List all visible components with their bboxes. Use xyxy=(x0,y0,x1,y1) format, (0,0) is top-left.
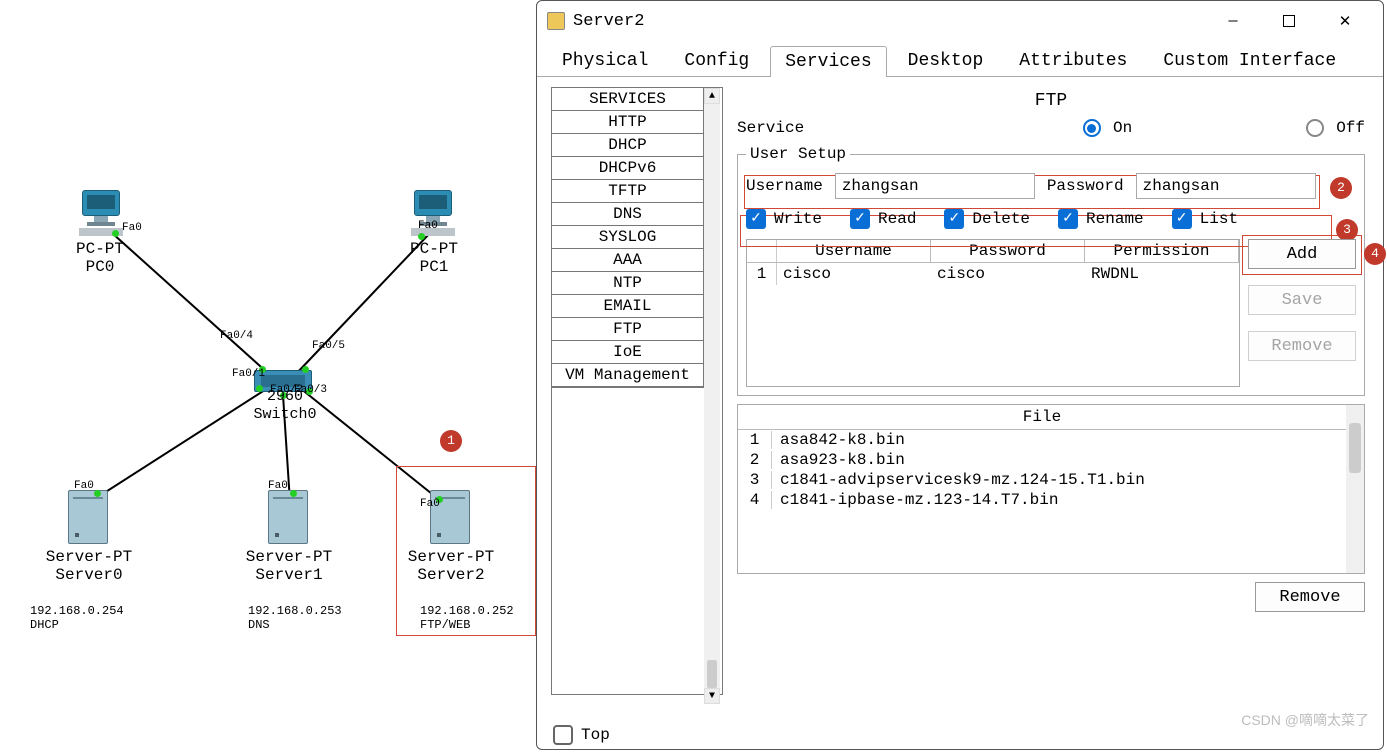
server0-ip: 192.168.0.254DHCP xyxy=(30,604,124,632)
server1-ip: 192.168.0.253DNS xyxy=(248,604,342,632)
link-led xyxy=(112,230,119,237)
link-led xyxy=(302,366,309,373)
table-row[interactable]: 1 cisco cisco RWDNL xyxy=(747,263,1239,285)
off-label: Off xyxy=(1336,119,1365,137)
port-label: Fa0/1 xyxy=(232,368,265,380)
svc-dns[interactable]: DNS xyxy=(552,203,703,226)
sidebar-scrollbar[interactable]: ▲ ▼ xyxy=(704,88,720,694)
svc-dhcpv6[interactable]: DHCPv6 xyxy=(552,157,703,180)
panel-title: FTP xyxy=(737,91,1365,111)
tab-services[interactable]: Services xyxy=(770,46,886,77)
annotation-badge-4: 4 xyxy=(1364,243,1386,265)
checkbox-delete[interactable]: ✓ xyxy=(944,209,964,229)
port-label: Fa0/5 xyxy=(312,340,345,352)
pc1-label: PC-PTPC1 xyxy=(394,240,474,276)
file-row[interactable]: 1asa842-k8.bin xyxy=(738,430,1346,450)
list-label: List xyxy=(1200,210,1238,228)
window-title: Server2 xyxy=(573,12,644,31)
file-list: File 1asa842-k8.bin 2asa923-k8.bin 3c184… xyxy=(737,404,1365,574)
minimize-button[interactable]: — xyxy=(1205,3,1261,39)
annotation-badge-1: 1 xyxy=(440,430,462,452)
link-led xyxy=(290,490,297,497)
services-sidebar: SERVICES HTTP DHCP DHCPv6 TFTP DNS SYSLO… xyxy=(551,87,723,695)
tab-config[interactable]: Config xyxy=(669,45,764,76)
username-label: Username xyxy=(746,177,823,195)
port-label: Fa0 xyxy=(122,222,142,234)
radio-off[interactable] xyxy=(1306,119,1324,137)
save-button[interactable]: Save xyxy=(1248,285,1356,315)
svc-syslog[interactable]: SYSLOG xyxy=(552,226,703,249)
file-scrollbar[interactable] xyxy=(1346,405,1364,573)
users-table: Username Password Permission 1 cisco cis… xyxy=(746,239,1240,387)
config-window: Server2 — ✕ Physical Config Services Des… xyxy=(536,0,1384,750)
service-label: Service xyxy=(737,119,804,137)
pc0-label: PC-PTPC0 xyxy=(60,240,140,276)
port-label: Fa0 xyxy=(74,480,94,492)
file-row[interactable]: 4c1841-ipbase-mz.123-14.T7.bin xyxy=(738,490,1346,510)
checkbox-read[interactable]: ✓ xyxy=(850,209,870,229)
write-label: Write xyxy=(774,210,822,228)
port-label: Fa0 xyxy=(268,480,288,492)
scrollbar-thumb[interactable] xyxy=(707,660,717,688)
svc-vm[interactable]: VM Management xyxy=(552,364,703,387)
checkbox-write[interactable]: ✓ xyxy=(746,209,766,229)
svc-services[interactable]: SERVICES xyxy=(552,88,703,111)
close-button[interactable]: ✕ xyxy=(1317,3,1373,39)
topology-canvas: Fa0 PC-PTPC0 Fa0 PC-PTPC1 Fa0/4 Fa0/5 Fa… xyxy=(0,150,540,620)
password-label: Password xyxy=(1047,177,1124,195)
on-label: On xyxy=(1113,119,1132,137)
svc-dhcp[interactable]: DHCP xyxy=(552,134,703,157)
svc-email[interactable]: EMAIL xyxy=(552,295,703,318)
server1-label: Server-PTServer1 xyxy=(234,548,344,584)
remove-file-button[interactable]: Remove xyxy=(1255,582,1365,612)
file-row[interactable]: 3c1841-advipservicesk9-mz.124-15.T1.bin xyxy=(738,470,1346,490)
svc-http[interactable]: HTTP xyxy=(552,111,703,134)
link-led xyxy=(418,233,425,240)
password-input[interactable] xyxy=(1136,173,1316,199)
username-input[interactable] xyxy=(835,173,1035,199)
user-setup-fieldset: User Setup 2 Username Password 3 ✓Write … xyxy=(737,145,1365,396)
annotation-box-1 xyxy=(396,466,536,636)
svc-ioe[interactable]: IoE xyxy=(552,341,703,364)
tab-desktop[interactable]: Desktop xyxy=(893,45,999,76)
device-pc0[interactable] xyxy=(78,190,124,234)
scrollbar-thumb[interactable] xyxy=(1349,423,1361,473)
app-icon xyxy=(547,12,565,30)
maximize-button[interactable] xyxy=(1261,3,1317,39)
svc-ftp[interactable]: FTP xyxy=(552,318,703,341)
checkbox-rename[interactable]: ✓ xyxy=(1058,209,1078,229)
device-server1[interactable] xyxy=(268,490,308,544)
file-row[interactable]: 2asa923-k8.bin xyxy=(738,450,1346,470)
svc-aaa[interactable]: AAA xyxy=(552,249,703,272)
read-label: Read xyxy=(878,210,916,228)
watermark: CSDN @嘀嘀太菜了 xyxy=(1241,710,1369,730)
tab-attributes[interactable]: Attributes xyxy=(1004,45,1142,76)
tab-physical[interactable]: Physical xyxy=(547,45,663,76)
device-server0[interactable] xyxy=(68,490,108,544)
titlebar[interactable]: Server2 — ✕ xyxy=(537,1,1383,41)
svc-ntp[interactable]: NTP xyxy=(552,272,703,295)
link-led xyxy=(94,490,101,497)
port-label: Fa0/4 xyxy=(220,330,253,342)
svc-tftp[interactable]: TFTP xyxy=(552,180,703,203)
top-label: Top xyxy=(581,726,610,744)
tab-bar: Physical Config Services Desktop Attribu… xyxy=(537,41,1383,77)
remove-user-button[interactable]: Remove xyxy=(1248,331,1356,361)
delete-label: Delete xyxy=(972,210,1030,228)
file-header: File xyxy=(738,405,1346,430)
checkbox-list[interactable]: ✓ xyxy=(1172,209,1192,229)
server0-label: Server-PTServer0 xyxy=(34,548,144,584)
rename-label: Rename xyxy=(1086,210,1144,228)
scroll-down-icon[interactable]: ▼ xyxy=(704,688,720,704)
user-setup-legend: User Setup xyxy=(746,145,850,163)
port-label: Fa0 xyxy=(418,220,438,232)
scroll-up-icon[interactable]: ▲ xyxy=(704,88,720,104)
tab-custom[interactable]: Custom Interface xyxy=(1148,45,1351,76)
switch-label: 2960Switch0 xyxy=(240,388,330,424)
add-button[interactable]: Add xyxy=(1248,239,1356,269)
radio-on[interactable] xyxy=(1083,119,1101,137)
top-checkbox[interactable] xyxy=(553,725,573,745)
